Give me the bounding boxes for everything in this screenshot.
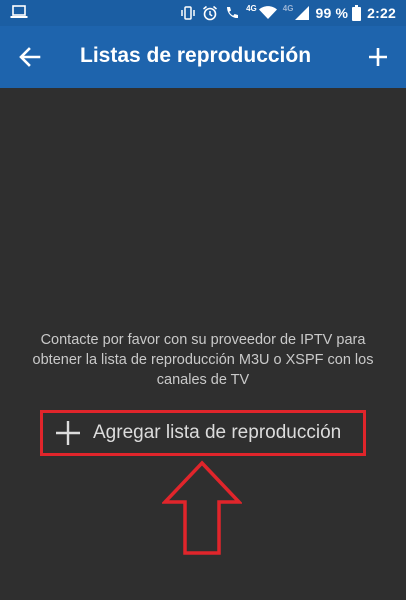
page-title: Listas de reproducción [80, 44, 312, 67]
vibrate-icon [180, 5, 196, 21]
signal-icon [295, 6, 310, 20]
laptop-icon [10, 5, 28, 24]
back-button[interactable] [16, 43, 44, 71]
empty-state-message: Contacte por favor con su proveedor de I… [32, 332, 374, 388]
arrow-back-icon [19, 47, 41, 67]
clock: 2:22 [367, 5, 396, 21]
alarm-icon [202, 5, 218, 21]
plus-icon [369, 48, 387, 66]
app-bar: Listas de reproducción [0, 26, 406, 88]
wifi-icon [258, 6, 277, 20]
wifi-calling-icon [224, 5, 240, 21]
network-type-label: 4G [246, 4, 257, 13]
plus-icon [55, 420, 81, 446]
network-type-label-2: 4G [282, 4, 294, 13]
add-playlist-button[interactable]: Agregar lista de reproducción [40, 410, 366, 456]
add-playlist-toolbar-button[interactable] [364, 43, 392, 71]
status-bar: 4G 4G 99 % 2:22 [0, 0, 406, 26]
battery-icon [352, 5, 362, 21]
add-playlist-label: Agregar lista de reproducción [93, 422, 342, 443]
battery-percent: 99 % [315, 5, 349, 21]
up-arrow-outline-icon [162, 460, 242, 555]
